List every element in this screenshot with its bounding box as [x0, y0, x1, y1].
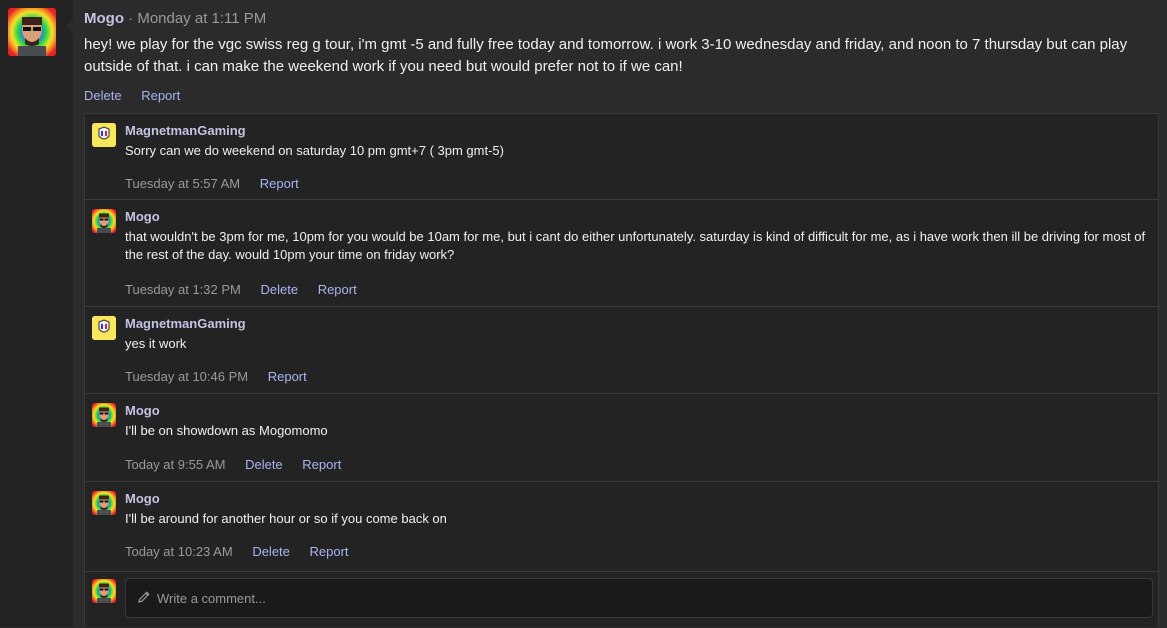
comment: MagnetmanGaming yes it work Tuesday at 1… [85, 307, 1158, 394]
avatar[interactable] [92, 316, 116, 340]
comment-text: I'll be around for another hour or so if… [125, 511, 447, 526]
comment-timestamp: Tuesday at 10:46 PM [125, 369, 249, 384]
avatar[interactable] [8, 8, 56, 56]
post-pointer [66, 19, 73, 33]
post-author[interactable]: Mogo [84, 10, 124, 27]
comment-timestamp: Today at 9:55 AM [125, 457, 226, 472]
post-actions: Delete Report [84, 88, 196, 103]
comment-timestamp: Tuesday at 1:32 PM [125, 282, 241, 297]
comment-timestamp: Tuesday at 5:57 AM [125, 176, 241, 191]
comment-composer: Write a comment... [85, 572, 1158, 628]
report-link[interactable]: Report [302, 457, 341, 472]
avatar [92, 579, 116, 603]
post-header: Mogo · Monday at 1:11 PM [84, 10, 266, 27]
comment-actions: Today at 9:55 AM Delete Report [125, 457, 357, 472]
post-timestamp: · Monday at 1:11 PM [128, 10, 267, 27]
report-link[interactable]: Report [310, 544, 349, 559]
comment-text: that wouldn't be 3pm for me, 10pm for yo… [125, 229, 1146, 262]
comment: Mogo that wouldn't be 3pm for me, 10pm f… [85, 200, 1158, 307]
comment-thread: MagnetmanGaming Sorry can we do weekend … [84, 113, 1159, 627]
comment-input[interactable]: Write a comment... [125, 578, 1153, 618]
comment-actions: Today at 10:23 AM Delete Report [125, 544, 365, 559]
comment-author[interactable]: MagnetmanGaming [125, 316, 246, 331]
avatar[interactable] [92, 491, 116, 515]
comment-actions: Tuesday at 1:32 PM Delete Report [125, 282, 373, 297]
comment-text: I'll be on showdown as Mogomomo [125, 423, 328, 438]
avatar[interactable] [92, 209, 116, 233]
delete-link[interactable]: Delete [84, 88, 122, 103]
report-link[interactable]: Report [141, 88, 180, 103]
comment-author[interactable]: MagnetmanGaming [125, 123, 246, 138]
delete-link[interactable]: Delete [252, 544, 290, 559]
comment-author[interactable]: Mogo [125, 209, 160, 224]
left-rail [0, 0, 73, 627]
report-link[interactable]: Report [260, 176, 299, 191]
avatar[interactable] [92, 123, 116, 147]
comment-text: Sorry can we do weekend on saturday 10 p… [125, 143, 504, 158]
comment: Mogo I'll be on showdown as Mogomomo Tod… [85, 394, 1158, 482]
comment-author[interactable]: Mogo [125, 491, 160, 506]
pencil-icon [137, 590, 157, 607]
report-link[interactable]: Report [268, 369, 307, 384]
comment: Mogo I'll be around for another hour or … [85, 482, 1158, 572]
delete-link[interactable]: Delete [245, 457, 283, 472]
delete-link[interactable]: Delete [260, 282, 298, 297]
comment-text: yes it work [125, 336, 187, 351]
avatar[interactable] [92, 403, 116, 427]
post-body: hey! we play for the vgc swiss reg g tou… [84, 36, 1128, 75]
comment: MagnetmanGaming Sorry can we do weekend … [85, 114, 1158, 200]
comment-author[interactable]: Mogo [125, 403, 160, 418]
report-link[interactable]: Report [318, 282, 357, 297]
comment-actions: Tuesday at 10:46 PM Report [125, 369, 323, 384]
comment-placeholder: Write a comment... [157, 590, 266, 606]
comment-actions: Tuesday at 5:57 AM Report [125, 176, 315, 191]
comment-timestamp: Today at 10:23 AM [125, 544, 233, 559]
